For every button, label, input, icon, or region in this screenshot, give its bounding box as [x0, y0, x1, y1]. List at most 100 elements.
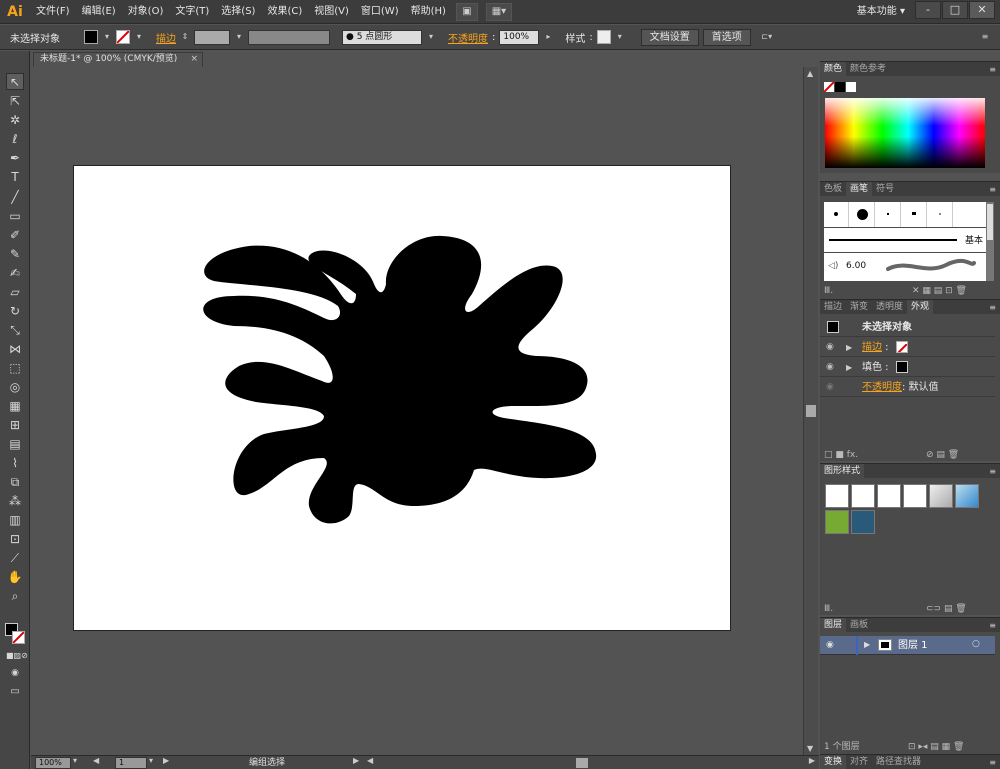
paintbrush-tool-icon[interactable]: ✐: [6, 227, 24, 244]
vertical-scroll-thumb[interactable]: [806, 405, 816, 417]
eye-icon[interactable]: ◉: [826, 338, 834, 357]
tab-align[interactable]: 对齐: [846, 755, 872, 769]
tab-swatches[interactable]: 色板: [820, 182, 846, 196]
direct-selection-tool-icon[interactable]: ⇱: [6, 93, 24, 110]
panel-menu-icon[interactable]: ≡: [989, 621, 996, 630]
layer-target-icon[interactable]: ○: [972, 639, 980, 649]
menu-effect[interactable]: 效果(C): [261, 0, 308, 24]
brush-libraries-icon[interactable]: Ⅲ.: [824, 286, 833, 296]
scroll-right-icon[interactable]: ▶: [809, 756, 815, 765]
opacity-field[interactable]: 100%: [499, 29, 540, 45]
stroke-dropdown-icon[interactable]: ▾: [134, 30, 144, 44]
tab-color-guide[interactable]: 颜色参考: [846, 62, 890, 76]
stroke-color-swatch[interactable]: [12, 631, 25, 644]
rectangle-tool-icon[interactable]: ▭: [6, 208, 24, 225]
screen-mode-icon[interactable]: ▭: [6, 683, 24, 700]
menu-type[interactable]: 文字(T): [169, 0, 215, 24]
appearance-stroke-swatch[interactable]: [896, 341, 908, 353]
white-color-swatch[interactable]: [846, 82, 856, 92]
menu-help[interactable]: 帮助(H): [405, 0, 452, 24]
tab-color[interactable]: 颜色: [820, 62, 847, 76]
bridge-button[interactable]: ▣: [455, 2, 478, 21]
add-stroke-icon[interactable]: □ ■ fx.: [824, 450, 858, 460]
graphic-style-white[interactable]: [877, 484, 901, 508]
graphic-style-default[interactable]: [825, 484, 849, 508]
graphic-style-gray-gradient[interactable]: [929, 484, 953, 508]
appearance-opacity-row[interactable]: ◉ 不透明度: 默认值: [820, 378, 995, 397]
scroll-up-icon[interactable]: ▲: [807, 69, 813, 78]
brush-basic-row[interactable]: 基本: [824, 228, 986, 252]
fill-swatch[interactable]: [84, 30, 98, 44]
panel-menu-icon[interactable]: ≡: [989, 65, 996, 74]
zoom-tool-icon[interactable]: ⌕: [6, 588, 24, 605]
blob-brush-tool-icon[interactable]: ✍: [6, 265, 24, 282]
maximize-button[interactable]: □: [942, 1, 968, 19]
footer-icons[interactable]: ✕ ▦ ▤ ⊡ 🗑: [912, 284, 967, 298]
scale-tool-icon[interactable]: ⤡: [6, 322, 24, 339]
appearance-stroke-link[interactable]: 描边: [862, 342, 882, 353]
stroke-weight-field[interactable]: [194, 29, 230, 45]
color-spectrum[interactable]: [825, 98, 985, 168]
tab-pathfinder[interactable]: 路径查找器: [872, 755, 925, 769]
artboard-dropdown-icon[interactable]: ▾: [149, 756, 153, 765]
rotate-tool-icon[interactable]: ↻: [6, 303, 24, 320]
tab-symbols[interactable]: 符号: [872, 182, 898, 196]
graphic-style-swatch[interactable]: [596, 30, 611, 44]
stroke-panel-link[interactable]: 描边: [156, 30, 176, 45]
style-dropdown-icon[interactable]: ▾: [615, 30, 625, 44]
none-color-swatch[interactable]: [824, 82, 834, 92]
tab-stroke[interactable]: 描边: [820, 300, 846, 314]
eyedropper-tool-icon[interactable]: ⌇: [6, 455, 24, 472]
eye-icon[interactable]: ◉: [826, 378, 834, 397]
expand-triangle-icon[interactable]: ▶: [846, 358, 852, 377]
graphic-style-blue-texture[interactable]: [851, 510, 875, 534]
graphic-style-green-texture[interactable]: [825, 510, 849, 534]
type-tool-icon[interactable]: T: [6, 169, 24, 186]
stroke-swatch[interactable]: [116, 30, 130, 44]
brush-dot-large[interactable]: [850, 202, 875, 227]
stroke-weight-dropdown-icon[interactable]: ▾: [234, 30, 244, 44]
tab-gradient[interactable]: 渐变: [846, 300, 872, 314]
close-document-icon[interactable]: ×: [190, 53, 198, 66]
pen-tool-icon[interactable]: ✒: [6, 150, 24, 167]
brushes-scrollbar[interactable]: [986, 202, 994, 281]
selection-tool-icon[interactable]: ↖: [6, 73, 24, 90]
panel-menu-icon[interactable]: ≡: [989, 758, 996, 767]
scroll-left-icon[interactable]: ◀: [367, 756, 373, 765]
opacity-panel-link[interactable]: 不透明度: [448, 30, 488, 45]
column-graph-tool-icon[interactable]: ▥: [6, 512, 24, 529]
brush-dot-faint[interactable]: [928, 202, 953, 227]
menu-object[interactable]: 对象(O): [122, 0, 170, 24]
tab-transparency[interactable]: 透明度: [872, 300, 907, 314]
align-options-icon[interactable]: ⊏▾: [755, 30, 779, 44]
artboard-tool-icon[interactable]: ⊡: [6, 531, 24, 548]
menu-window[interactable]: 窗口(W): [355, 0, 405, 24]
tab-layers[interactable]: 图层: [820, 618, 847, 632]
layer-row[interactable]: ◉ ▶ 图层 1 ○: [820, 636, 995, 655]
variable-width-field[interactable]: [248, 29, 330, 45]
menu-edit[interactable]: 编辑(E): [76, 0, 122, 24]
drawing-mode-icon[interactable]: ◉: [6, 665, 24, 682]
brush-definition-field[interactable]: ● 5 点圆形: [342, 29, 422, 45]
brush-dot-tiny[interactable]: [876, 202, 901, 227]
magic-wand-tool-icon[interactable]: ✲: [6, 112, 24, 129]
blend-tool-icon[interactable]: ⧉: [6, 474, 24, 491]
black-color-swatch[interactable]: [835, 82, 845, 92]
black-splat-shape[interactable]: [203, 235, 597, 524]
close-button[interactable]: ✕: [969, 1, 995, 19]
brush-dot-small[interactable]: [824, 202, 849, 227]
graphic-style-no-stroke[interactable]: [903, 484, 927, 508]
tab-appearance[interactable]: 外观: [907, 300, 934, 314]
eye-icon[interactable]: ◉: [826, 358, 834, 377]
preferences-button[interactable]: 首选项: [702, 28, 751, 46]
tab-artboards[interactable]: 画板: [846, 618, 872, 632]
menu-view[interactable]: 视图(V): [308, 0, 355, 24]
appearance-stroke-row[interactable]: ◉ ▶ 描边 :: [820, 338, 995, 357]
brush-dropdown-icon[interactable]: ▾: [426, 30, 436, 44]
tab-transform[interactable]: 变换: [820, 755, 847, 769]
brush-calligraphic[interactable]: [902, 202, 927, 227]
eraser-tool-icon[interactable]: ▱: [6, 284, 24, 301]
layer-eye-icon[interactable]: ◉: [826, 640, 834, 650]
scroll-down-icon[interactable]: ▼: [807, 744, 813, 753]
expand-triangle-icon[interactable]: ▶: [846, 338, 852, 357]
